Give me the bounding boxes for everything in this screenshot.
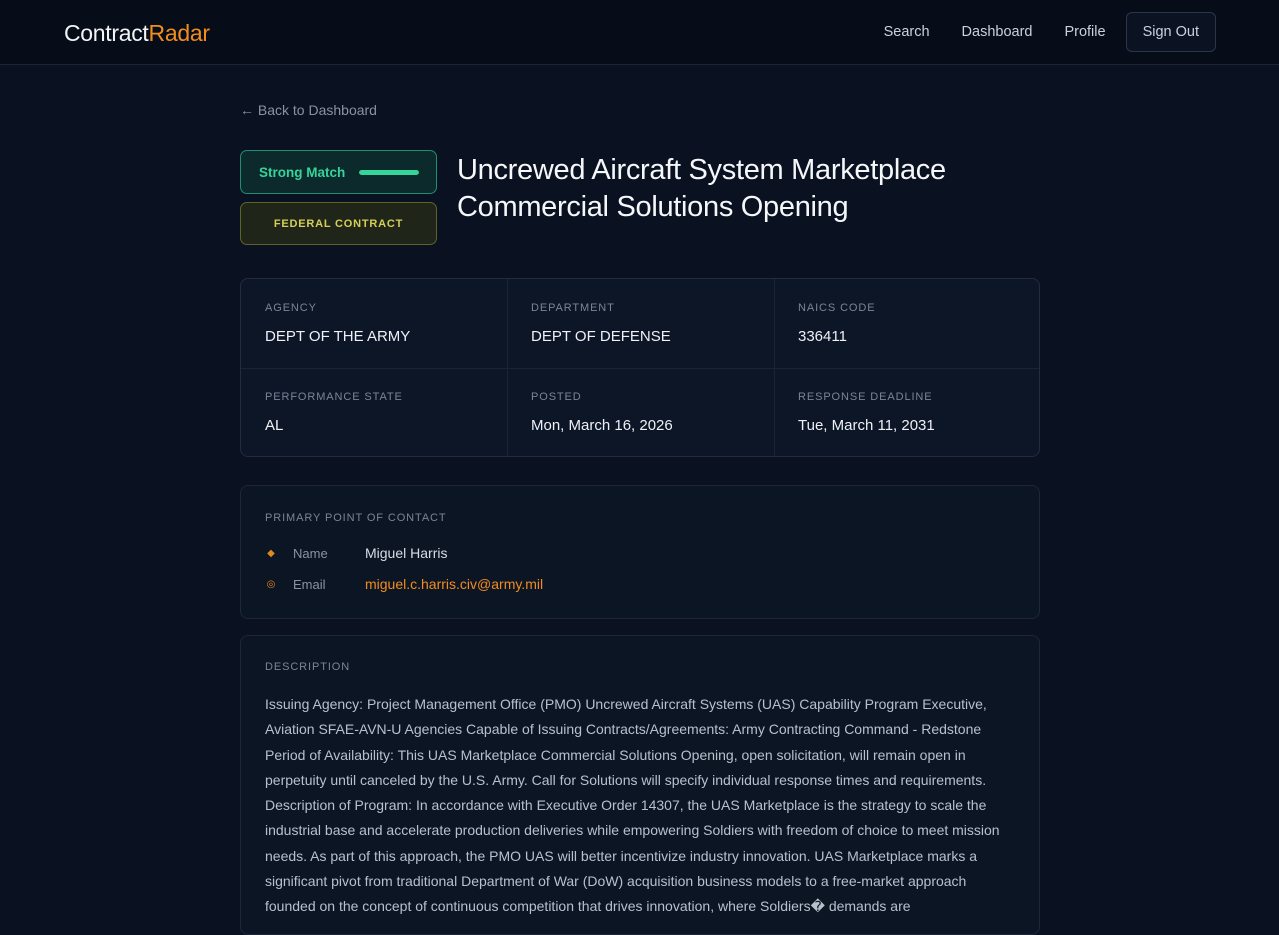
contact-name-label: Name [293, 545, 328, 561]
nav-profile-link[interactable]: Profile [1064, 12, 1105, 52]
brand-name-part1: Contract [64, 20, 149, 46]
detail-label: POSTED [531, 391, 582, 403]
top-navigation-bar: ContractRadar Search Dashboard Profile S… [0, 0, 1279, 65]
point-of-contact-card: PRIMARY POINT OF CONTACT ◆ Name Miguel H… [240, 485, 1040, 619]
main-nav: Search Dashboard Profile Sign Out [852, 12, 1216, 52]
detail-label: AGENCY [265, 302, 317, 314]
back-to-dashboard-link[interactable]: ← Back to Dashboard [240, 102, 377, 118]
description-heading: DESCRIPTION [265, 661, 351, 673]
brand-logo[interactable]: ContractRadar [64, 19, 210, 47]
detail-label: NAICS CODE [798, 302, 876, 314]
contact-email-label: Email [293, 576, 326, 592]
at-circle-icon: ◎ [266, 578, 276, 590]
detail-label: RESPONSE DEADLINE [798, 391, 933, 403]
contact-email-row: ◎ Email miguel.c.harris.civ@army.mil [265, 575, 543, 593]
sign-out-button[interactable]: Sign Out [1125, 12, 1216, 52]
detail-label: PERFORMANCE STATE [265, 391, 403, 403]
contact-email-link[interactable]: miguel.c.harris.civ@army.mil [365, 576, 543, 592]
detail-agency: AGENCY DEPT OF THE ARMY [241, 279, 507, 368]
detail-performance-state: PERFORMANCE STATE AL [241, 368, 507, 456]
contact-name-value: Miguel Harris [365, 545, 448, 561]
nav-search-link[interactable]: Search [884, 12, 930, 52]
match-level-bar [359, 170, 419, 175]
page-title: Uncrewed Aircraft System Marketplace Com… [457, 154, 946, 223]
brand-name-part2: Radar [148, 20, 210, 46]
detail-value: AL [265, 417, 284, 434]
match-label: Strong Match [259, 164, 346, 180]
detail-value: DEPT OF DEFENSE [531, 328, 671, 345]
diamond-icon: ◆ [267, 547, 275, 559]
detail-department: DEPARTMENT DEPT OF DEFENSE [507, 279, 773, 368]
detail-naics-code: NAICS CODE 336411 [774, 279, 1039, 368]
detail-label: DEPARTMENT [531, 302, 615, 314]
description-card: DESCRIPTION Issuing Agency: Project Mana… [240, 635, 1040, 935]
detail-posted-date: POSTED Mon, March 16, 2026 [507, 368, 773, 456]
contract-details-grid: AGENCY DEPT OF THE ARMY DEPARTMENT DEPT … [240, 278, 1040, 457]
contract-type-badge: FEDERAL CONTRACT [240, 202, 437, 245]
nav-dashboard-link[interactable]: Dashboard [962, 12, 1033, 52]
detail-value: 336411 [798, 328, 847, 345]
description-text: Issuing Agency: Project Management Offic… [265, 696, 1000, 915]
contact-section-heading: PRIMARY POINT OF CONTACT [265, 512, 447, 524]
detail-response-deadline: RESPONSE DEADLINE Tue, March 11, 2031 [774, 368, 1039, 456]
detail-value: Tue, March 11, 2031 [798, 417, 935, 434]
match-level-fill [359, 170, 419, 175]
contact-name-row: ◆ Name Miguel Harris [265, 544, 447, 562]
detail-value: DEPT OF THE ARMY [265, 328, 411, 345]
detail-value: Mon, March 16, 2026 [531, 417, 673, 434]
match-strength-badge: Strong Match [240, 150, 437, 194]
